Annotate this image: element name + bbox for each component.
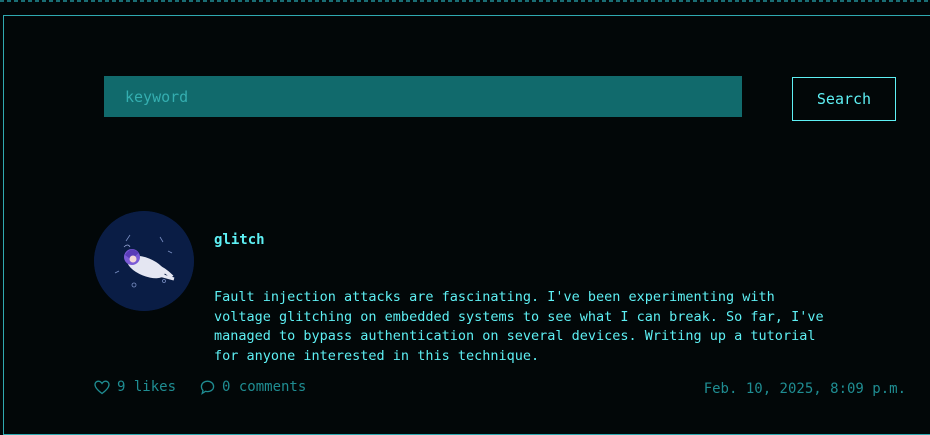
search-input[interactable] <box>104 76 742 117</box>
post-timestamp: Feb. 10, 2025, 8:09 p.m. <box>703 381 906 397</box>
comments-button[interactable]: 0 comments <box>200 379 306 395</box>
like-button[interactable]: 9 likes <box>94 379 176 395</box>
speech-bubble-icon <box>200 380 215 395</box>
post-author[interactable]: glitch <box>214 232 265 248</box>
heart-icon <box>94 380 110 394</box>
post-footer: 9 likes 0 comments Feb. 10, 2025, 8:09 p… <box>94 379 906 401</box>
search-button[interactable]: Search <box>792 77 896 121</box>
comments-count: 0 comments <box>222 379 307 395</box>
avatar[interactable] <box>94 211 194 311</box>
top-dashed-border <box>0 0 930 2</box>
likes-count: 9 likes <box>117 379 177 395</box>
post-body: Fault injection attacks are fascinating.… <box>214 289 824 364</box>
avatar-illustration <box>94 211 194 311</box>
